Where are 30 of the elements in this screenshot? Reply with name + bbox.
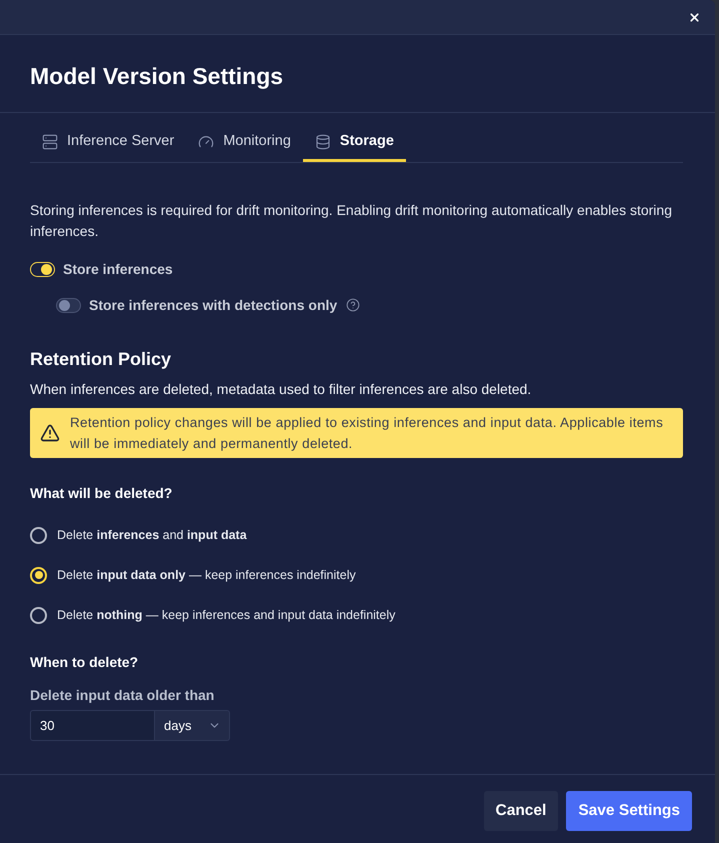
question-heading: When to delete?: [30, 653, 140, 672]
radio-label: Delete input data only — keep inferences indefinitely: [57, 566, 356, 584]
warning-icon: [40, 423, 60, 443]
radio-label: Delete inferences and input data: [57, 526, 247, 544]
save-button[interactable]: Save Settings: [566, 791, 692, 831]
tab[interactable]: Storage: [302, 123, 406, 162]
number-input[interactable]: 30: [30, 710, 155, 741]
section-heading: Retention Policy: [30, 348, 172, 371]
cancel-button[interactable]: Cancel: [484, 791, 558, 831]
toggle-switch[interactable]: [56, 298, 81, 312]
server-icon: [42, 134, 58, 150]
help-icon[interactable]: [346, 298, 360, 312]
question-heading: What will be deleted?: [30, 484, 174, 503]
radio-button[interactable]: [30, 566, 47, 584]
database-icon: [314, 134, 331, 150]
radio-button[interactable]: [30, 526, 47, 544]
toggle-label: Store inferences with detections only: [89, 296, 338, 315]
toggle-label: Store inferences: [63, 260, 173, 278]
warning-text: Retention policy changes will be applied to existing inferences and input data. Applicable items will be immediately and permanently deleted.: [70, 414, 664, 453]
tab[interactable]: Inference Server: [30, 123, 186, 162]
section-description: When inferences are deleted, metadata used to filter inferences are also deleted.: [30, 380, 532, 399]
dialog-title: Model Version Settings: [30, 62, 284, 92]
gauge-icon: [198, 134, 214, 150]
radio-button[interactable]: [30, 606, 47, 624]
field-label: Delete input data older than: [30, 686, 216, 705]
tab[interactable]: Monitoring: [186, 123, 303, 162]
radio-label: Delete nothing — keep inferences and input data indefinitely: [57, 606, 396, 624]
close-icon[interactable]: [688, 10, 701, 24]
intro-text: Storing inferences is required for drift monitoring. Enabling drift monitoring automatically enables storing inferences.: [30, 201, 673, 241]
unit-select[interactable]: days: [155, 710, 230, 741]
